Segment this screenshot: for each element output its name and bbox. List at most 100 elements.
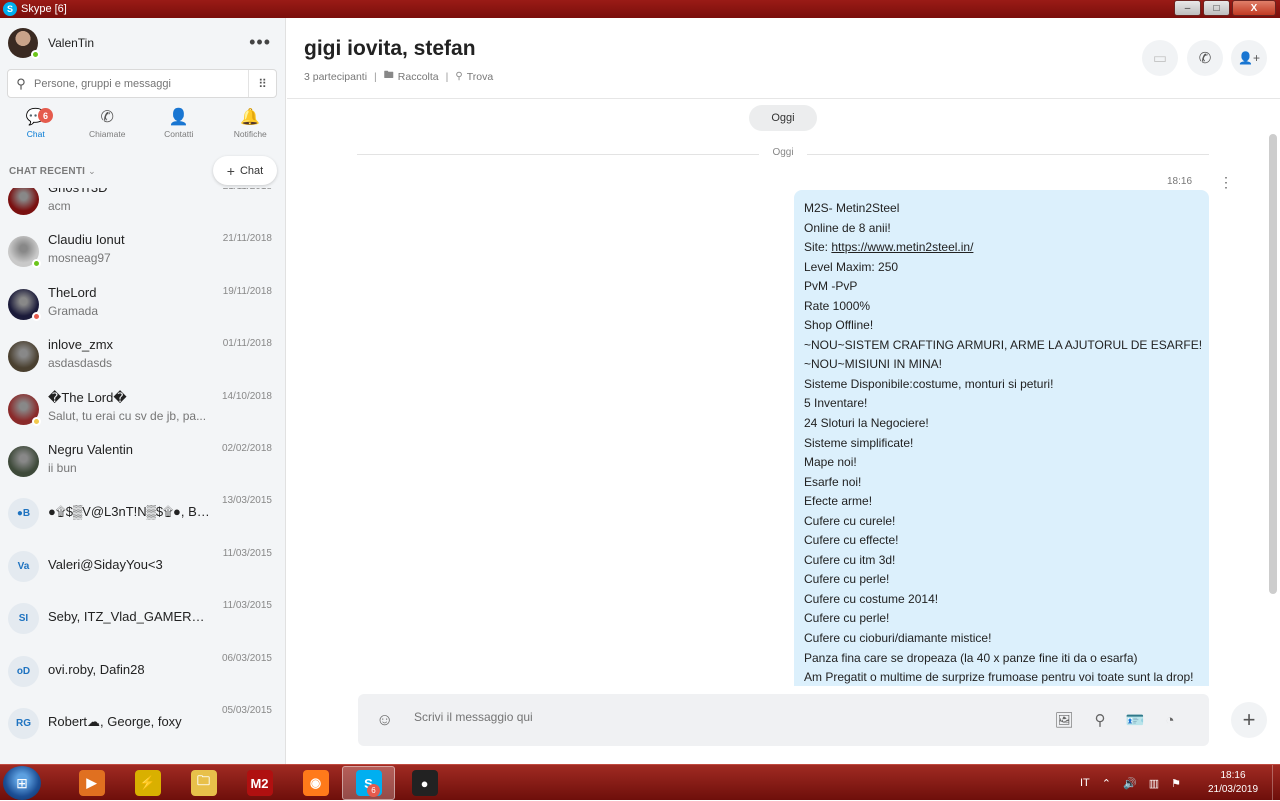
chat-list-item[interactable]: Negru Valentin ii bun 02/02/2018 <box>0 438 285 490</box>
message-text: Cufere cu itm 3d! <box>804 552 896 567</box>
video-call-icon: ▭ <box>1152 50 1168 67</box>
participants-link[interactable]: 3 partecipanti <box>304 71 367 83</box>
tab-contacts[interactable]: 👤 Contatti <box>143 106 215 150</box>
avatar <box>8 288 41 321</box>
chevron-down-icon[interactable]: ⌄ <box>88 166 96 177</box>
chat-name: ●۩$▒V@L3nT!N▒$۩●, Ba... <box>48 504 213 520</box>
message-bubble[interactable]: M2S- Metin2Steel Online de 8 anii! Site: h… <box>794 190 1209 686</box>
taskbar-app-button[interactable]: ◉ <box>289 766 342 800</box>
window-title: Skype [6] <box>21 3 67 15</box>
chat-preview: mosneag97 <box>48 251 111 266</box>
show-desktop-button[interactable] <box>1272 765 1280 801</box>
dialpad-icon[interactable]: ⠿ <box>248 70 276 97</box>
chat-date: 06/03/2015 <box>221 652 272 664</box>
chat-list-item[interactable]: SI Seby, ITZ_Vlad_GAMERUL... 11/03/2015 <box>0 595 285 647</box>
message-text: PvM -PvP <box>804 279 858 294</box>
message-input[interactable] <box>414 710 974 724</box>
chat-preview: Gramada <box>48 303 99 318</box>
message-line: 5 Inventare! <box>804 394 1199 414</box>
new-chat-button[interactable]: + Chat <box>213 156 277 185</box>
taskbar-app-button[interactable]: 🗀 <box>177 766 230 800</box>
chat-date: 14/10/2018 <box>221 390 272 402</box>
message-more-icon[interactable]: ⋮ <box>1219 174 1233 191</box>
tab-calls[interactable]: ✆ Chiamate <box>72 106 144 150</box>
video-call-button[interactable]: ▭ <box>1142 40 1178 76</box>
bell-icon: 🔔 <box>240 109 261 126</box>
skype-app-icon: S <box>3 2 17 16</box>
media-gallery-icon[interactable]: 🖼 <box>1052 708 1076 732</box>
minimize-button[interactable]: – <box>1174 0 1201 16</box>
my-avatar[interactable] <box>8 28 40 59</box>
conversation-title[interactable]: gigi iovita, stefan <box>304 37 476 61</box>
message-text: Cufere cu perle! <box>804 572 890 587</box>
start-button[interactable]: ⊞ <box>3 766 41 800</box>
taskbar-app-button[interactable]: S6 <box>342 766 395 800</box>
taskbar-app-button[interactable]: ▶ <box>65 766 118 800</box>
emoji-icon[interactable]: ☺ <box>376 710 393 730</box>
language-indicator[interactable]: IT <box>1080 777 1090 789</box>
chat-list-item[interactable]: Gh0sTr3D acm 21/11/2018 <box>0 188 285 228</box>
find-link[interactable]: Trova <box>467 71 493 83</box>
chat-date: 21/11/2018 <box>222 233 272 245</box>
scrollbar[interactable] <box>1269 134 1277 594</box>
chat-list-item[interactable]: TheLord Gramada 19/11/2018 <box>0 281 285 333</box>
chat-list-item[interactable]: RG Robert☁, George, foxy 05/03/2015 <box>0 700 285 752</box>
audio-call-button[interactable]: ✆ <box>1187 40 1223 76</box>
chat-list-item[interactable]: ●B ●۩$▒V@L3nT!N▒$۩●, Ba... 13/03/2015 <box>0 490 285 542</box>
message-line: 24 Sloturi la Negociere! <box>804 414 1199 434</box>
clock[interactable]: 18:16 21/03/2019 <box>1200 769 1266 797</box>
search-box[interactable]: ⚲ ⠿ <box>7 69 277 98</box>
location-icon[interactable]: ⚲ <box>1088 708 1112 732</box>
metin2-icon: M2 <box>246 770 273 796</box>
message-text: M2S- Metin2Steel <box>804 201 900 215</box>
maximize-button[interactable]: □ <box>1203 0 1230 16</box>
chat-list-item[interactable]: Va Valeri@SidayYou<3 11/03/2015 <box>0 543 285 595</box>
poll-icon[interactable]: ◔ <box>1158 708 1182 732</box>
action-center-icon[interactable]: ⚑ <box>1171 777 1181 790</box>
search-input[interactable] <box>34 77 244 90</box>
message-text: Cufere cu cioburi/diamante mistice! <box>804 631 992 646</box>
phone-icon: ✆ <box>100 109 114 126</box>
chat-name: Valeri@SidayYou<3 <box>48 556 163 572</box>
tab-notifications[interactable]: 🔔 Notifiche <box>215 106 286 150</box>
nav-tabs: 💬 Chat 6 ✆ Chiamate 👤 Contatti 🔔 Notific… <box>0 106 286 150</box>
message-line: Cufere cu effecte! <box>804 531 1199 551</box>
gallery-link[interactable]: Raccolta <box>398 71 439 83</box>
chat-list-item[interactable]: inlove_zmx asdasdasds 01/11/2018 <box>0 333 285 385</box>
message-text: Shop Offline! <box>804 318 874 333</box>
tray-chevron-icon[interactable]: ⌃ <box>1102 777 1111 790</box>
add-person-button[interactable]: 👤+ <box>1231 40 1267 76</box>
window-controls: – □ X <box>1174 0 1276 16</box>
chat-date: 05/03/2015 <box>221 705 272 716</box>
avatar <box>8 393 41 426</box>
chat-list-item[interactable]: �The Lord� Salut, tu erai cu sv de jb, pa… <box>0 386 285 438</box>
chat-date: 11/03/2015 <box>222 600 272 612</box>
profile-name[interactable]: ValenTin <box>48 36 94 50</box>
avatar <box>8 341 39 373</box>
network-icon[interactable]: ▥ <box>1149 777 1159 790</box>
taskbar-app-button[interactable]: M2 <box>233 766 286 800</box>
tab-calls-label: Chiamate <box>89 129 126 139</box>
gallery-icon: 🖿 <box>383 70 394 81</box>
more-options-icon[interactable]: ••• <box>249 32 271 53</box>
clock-date: 21/03/2019 <box>1207 784 1259 795</box>
tab-chat[interactable]: 💬 Chat 6 <box>0 106 72 150</box>
contact-card-icon[interactable]: 🪪 <box>1123 708 1147 732</box>
close-button[interactable]: X <box>1232 0 1276 16</box>
speaker-icon[interactable]: 🔊 <box>1123 777 1137 790</box>
add-content-button[interactable]: + <box>1231 702 1267 738</box>
chat-list-item[interactable]: oD ovi.roby, Dafin28 06/03/2015 <box>0 648 285 700</box>
message-line: ~NOU~MISIUNI IN MINA! <box>804 355 1199 375</box>
message-line: Site: https://www.metin2steel.in/ <box>804 238 1199 258</box>
taskbar-app-button[interactable]: ⚡ <box>121 766 174 800</box>
profile-bar: ValenTin ••• <box>0 18 285 68</box>
message-text: Cufere cu effecte! <box>804 533 899 548</box>
chat-list-item[interactable]: Claudiu Ionut mosneag97 21/11/2018 <box>0 228 285 280</box>
sidebar: ValenTin ••• ⚲ ⠿ 💬 Chat 6 ✆ Chiamate 👤 C… <box>0 18 286 764</box>
message-link[interactable]: https://www.metin2steel.in/ <box>831 240 973 254</box>
audio-call-icon: ✆ <box>1198 50 1212 67</box>
recent-chats-label[interactable]: CHAT RECENTI <box>9 166 85 177</box>
avatar: RG <box>8 708 39 739</box>
taskbar-app-button[interactable]: ● <box>398 766 451 800</box>
message-line: M2S- Metin2Steel <box>804 199 1199 219</box>
